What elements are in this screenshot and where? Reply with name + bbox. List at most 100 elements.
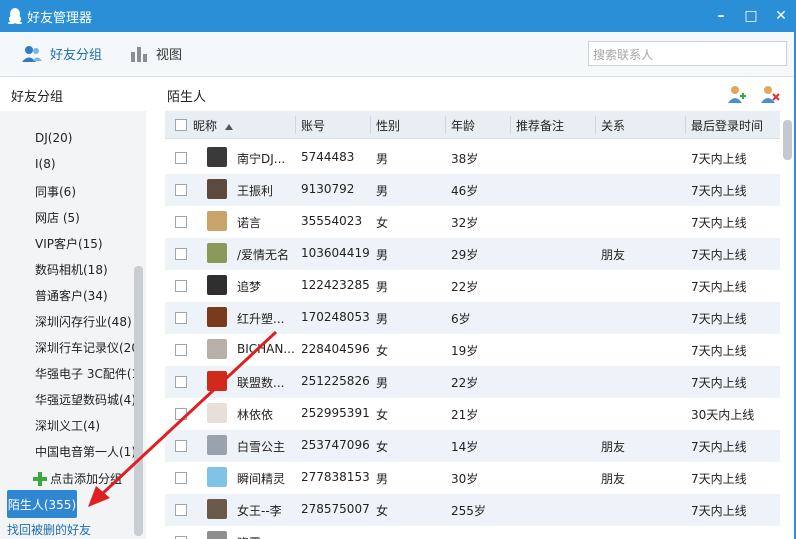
account-cell: 103604419 (301, 246, 370, 260)
nickname-cell: 瞬间精灵 (237, 472, 286, 486)
table-row[interactable]: 女王--李 278575007 女 255岁 7天内上线 (165, 494, 780, 526)
row-checkbox[interactable] (175, 504, 187, 516)
table-row[interactable]: 瞬间精灵 277838153 男 30岁 朋友 7天内上线 (165, 462, 780, 494)
table-row[interactable]: 联盟数... 251225826 男 22岁 7天内上线 (165, 366, 780, 398)
last-login-cell: 7天内上线 (691, 440, 747, 454)
last-login-cell: 7天内上线 (691, 216, 747, 230)
avatar (207, 371, 227, 391)
gender-cell: 女 (376, 504, 389, 518)
minimize-button[interactable]: – (706, 0, 736, 32)
row-checkbox[interactable] (175, 216, 187, 228)
sidebar-heading: 好友分组 (11, 90, 64, 105)
table-row[interactable]: 王振利 9130792 男 46岁 7天内上线 (165, 174, 780, 206)
age-cell: 19岁 (451, 344, 479, 358)
recover-deleted-friends-link[interactable]: 找回被删的好友 (7, 521, 91, 538)
gender-cell: 男 (376, 376, 389, 390)
column-header-account[interactable]: 账号 (301, 117, 325, 134)
age-cell: 21岁 (451, 408, 479, 422)
age-cell: 22岁 (451, 376, 479, 390)
nickname-cell: 白雪公主 (237, 440, 286, 454)
row-checkbox[interactable] (175, 376, 187, 388)
delete-friend-icon[interactable] (760, 84, 780, 104)
group-item[interactable]: DJ(20) (35, 131, 72, 145)
age-cell: 255岁 (451, 504, 486, 518)
row-checkbox[interactable] (175, 184, 187, 196)
bar-chart-icon (131, 46, 147, 62)
relation-cell: 朋友 (601, 440, 626, 454)
avatar (207, 275, 227, 295)
last-login-cell: 7天内上线 (691, 472, 747, 486)
add-friend-icon[interactable] (727, 84, 747, 104)
row-checkbox[interactable] (175, 472, 187, 484)
table-row[interactable]: 诺言 35554023 女 32岁 7天内上线 (165, 206, 780, 238)
avatar (207, 499, 227, 519)
column-header-remark[interactable]: 推荐备注 (516, 117, 564, 134)
group-item[interactable]: I(8) (35, 157, 56, 171)
stranger-group-button[interactable]: 陌生人(355) (7, 490, 77, 518)
search-input[interactable]: 搜索联系人 (588, 41, 787, 66)
group-list: DJ(20) I(8) 同事(6) 网店 (5) VIP客户(15) 数码相机(… (0, 111, 146, 539)
group-item[interactable]: 网店 (5) (35, 209, 80, 226)
account-cell: 5744483 (301, 150, 355, 164)
table-row[interactable]: /爱情无名 103604419 男 29岁 朋友 7天内上线 (165, 238, 780, 270)
account-cell: 228404596 (301, 342, 370, 356)
group-item[interactable]: 同事(6) (35, 183, 76, 200)
table-row[interactable]: BICHAN... 228404596 女 19岁 7天内上线 (165, 334, 780, 366)
group-item[interactable]: 中国电音第一人(1) (35, 443, 136, 460)
column-header-nickname[interactable]: 昵称 (193, 117, 233, 134)
view-tab[interactable]: 视图 (130, 44, 182, 63)
table-row[interactable]: 南宁DJ... 5744483 男 38岁 7天内上线 (165, 142, 780, 174)
table-row[interactable]: 白雪公主 253747096 女 14岁 朋友 7天内上线 (165, 430, 780, 462)
row-checkbox[interactable] (175, 408, 187, 420)
group-item[interactable]: 华强电子 3C配件(1 (35, 365, 139, 382)
column-header-relation[interactable]: 关系 (601, 117, 625, 134)
select-all-checkbox[interactable] (175, 119, 187, 131)
group-item[interactable]: 深圳义工(4) (35, 417, 100, 434)
age-cell: 14岁 (451, 440, 479, 454)
group-item[interactable]: 普通客户(34) (35, 287, 108, 304)
account-cell: 252995391 (301, 406, 370, 420)
age-cell: 22岁 (451, 280, 479, 294)
account-cell: 170248053 (301, 310, 370, 324)
nickname-cell: 女王--李 (237, 504, 282, 518)
friend-groups-tab[interactable]: 好友分组 (22, 44, 102, 63)
row-checkbox[interactable] (175, 280, 187, 292)
relation-cell: 朋友 (601, 472, 626, 486)
table-scrollbar[interactable] (783, 120, 792, 160)
account-cell: 9130792 (301, 182, 355, 196)
column-header-last-login[interactable]: 最后登录时间 (691, 117, 763, 134)
column-header-age[interactable]: 年龄 (451, 117, 475, 134)
nickname-cell: 南宁DJ... (237, 152, 286, 166)
group-item[interactable]: 深圳闪存行业(48) (35, 313, 132, 330)
row-checkbox[interactable] (175, 440, 187, 452)
age-cell: 46岁 (451, 184, 479, 198)
table-row[interactable]: 追梦 122423285 男 22岁 7天内上线 (165, 270, 780, 302)
avatar (207, 179, 227, 199)
avatar (207, 307, 227, 327)
close-button[interactable]: ✕ (766, 0, 796, 32)
group-item[interactable]: 华强远望数码城(4) (35, 391, 136, 408)
row-checkbox[interactable] (175, 312, 187, 324)
group-item[interactable]: 数码相机(18) (35, 261, 108, 278)
column-header-gender[interactable]: 性别 (376, 117, 400, 134)
nickname-cell: 追梦 (237, 280, 262, 294)
account-cell: 278575007 (301, 502, 370, 516)
last-login-cell: 7天内上线 (691, 376, 747, 390)
row-checkbox[interactable] (175, 248, 187, 260)
row-checkbox[interactable] (175, 152, 187, 164)
table-row[interactable]: 林依依 252995391 女 21岁 30天内上线 (165, 398, 780, 430)
maximize-button[interactable]: □ (736, 0, 766, 32)
group-item[interactable]: 深圳行车记录仪(20 (35, 339, 139, 356)
sidebar-scrollbar[interactable] (134, 266, 143, 536)
avatar (207, 531, 227, 539)
last-login-cell: 30天内上线 (691, 408, 755, 422)
table-row[interactable]: 晓霞... (165, 526, 780, 539)
add-group-label: 点击添加分组 (50, 472, 123, 486)
add-group-button[interactable]: 点击添加分组 (33, 470, 122, 487)
group-item[interactable]: VIP客户(15) (35, 235, 103, 252)
avatar (207, 467, 227, 487)
row-checkbox[interactable] (175, 344, 187, 356)
nickname-cell: 林依依 (237, 408, 274, 422)
table-row[interactable]: 红升塑... 170248053 男 6岁 7天内上线 (165, 302, 780, 334)
avatar (207, 243, 227, 263)
